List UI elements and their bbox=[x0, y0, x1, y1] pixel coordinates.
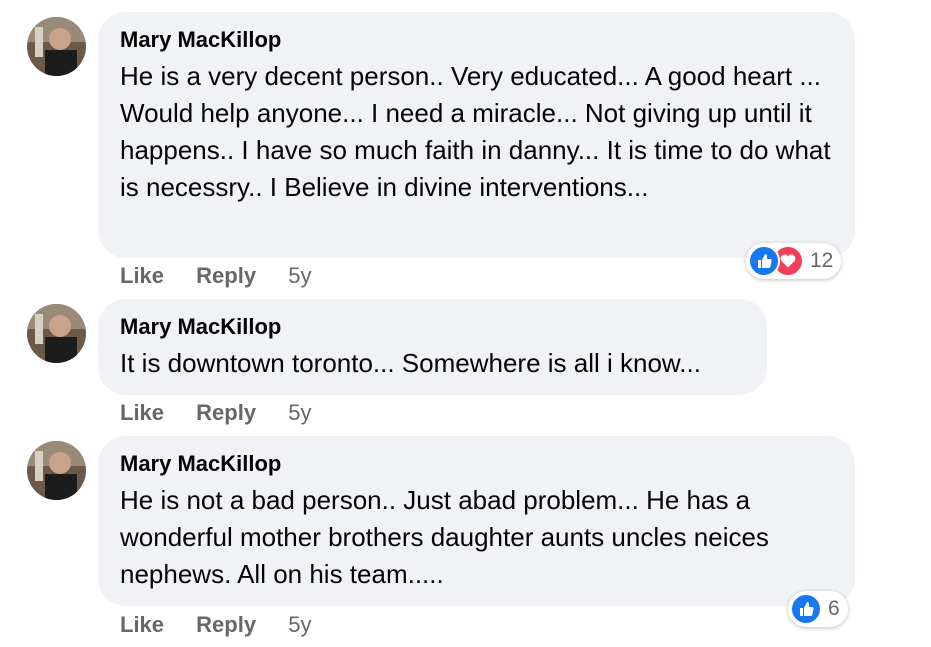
reply-button[interactable]: Reply bbox=[196, 400, 256, 425]
comment-timestamp[interactable]: 5y bbox=[288, 263, 311, 288]
avatar[interactable] bbox=[27, 304, 86, 363]
comment-timestamp[interactable]: 5y bbox=[288, 400, 311, 425]
reaction-summary[interactable]: 6 bbox=[788, 591, 848, 627]
comment-bubble: Mary MacKillop It is downtown toronto...… bbox=[98, 299, 767, 395]
reaction-summary[interactable]: 12 bbox=[746, 243, 842, 279]
comment-actions: Like Reply 5y bbox=[120, 612, 337, 638]
reaction-count: 12 bbox=[810, 249, 834, 272]
like-button[interactable]: Like bbox=[120, 263, 164, 288]
like-button[interactable]: Like bbox=[120, 400, 164, 425]
reply-button[interactable]: Reply bbox=[196, 263, 256, 288]
comment-timestamp[interactable]: 5y bbox=[288, 612, 311, 637]
like-button[interactable]: Like bbox=[120, 612, 164, 637]
comment-author[interactable]: Mary MacKillop bbox=[120, 450, 833, 478]
comment-text: He is a very decent person.. Very educat… bbox=[120, 61, 831, 202]
comment-text: It is downtown toronto... Somewhere is a… bbox=[120, 348, 701, 378]
avatar[interactable] bbox=[27, 441, 86, 500]
comment-author[interactable]: Mary MacKillop bbox=[120, 313, 745, 341]
reaction-count: 6 bbox=[828, 597, 840, 620]
like-icon bbox=[790, 593, 822, 625]
comment-actions: Like Reply 5y bbox=[120, 400, 337, 426]
comment-actions: Like Reply 5y bbox=[120, 263, 337, 289]
reply-button[interactable]: Reply bbox=[196, 612, 256, 637]
avatar[interactable] bbox=[27, 17, 86, 76]
comment-bubble: Mary MacKillop He is not a bad person.. … bbox=[98, 436, 855, 606]
comment-bubble: Mary MacKillop He is a very decent perso… bbox=[98, 12, 855, 258]
like-icon bbox=[748, 245, 780, 277]
comment-author[interactable]: Mary MacKillop bbox=[120, 26, 833, 54]
comment-text: He is not a bad person.. Just abad probl… bbox=[120, 485, 769, 589]
